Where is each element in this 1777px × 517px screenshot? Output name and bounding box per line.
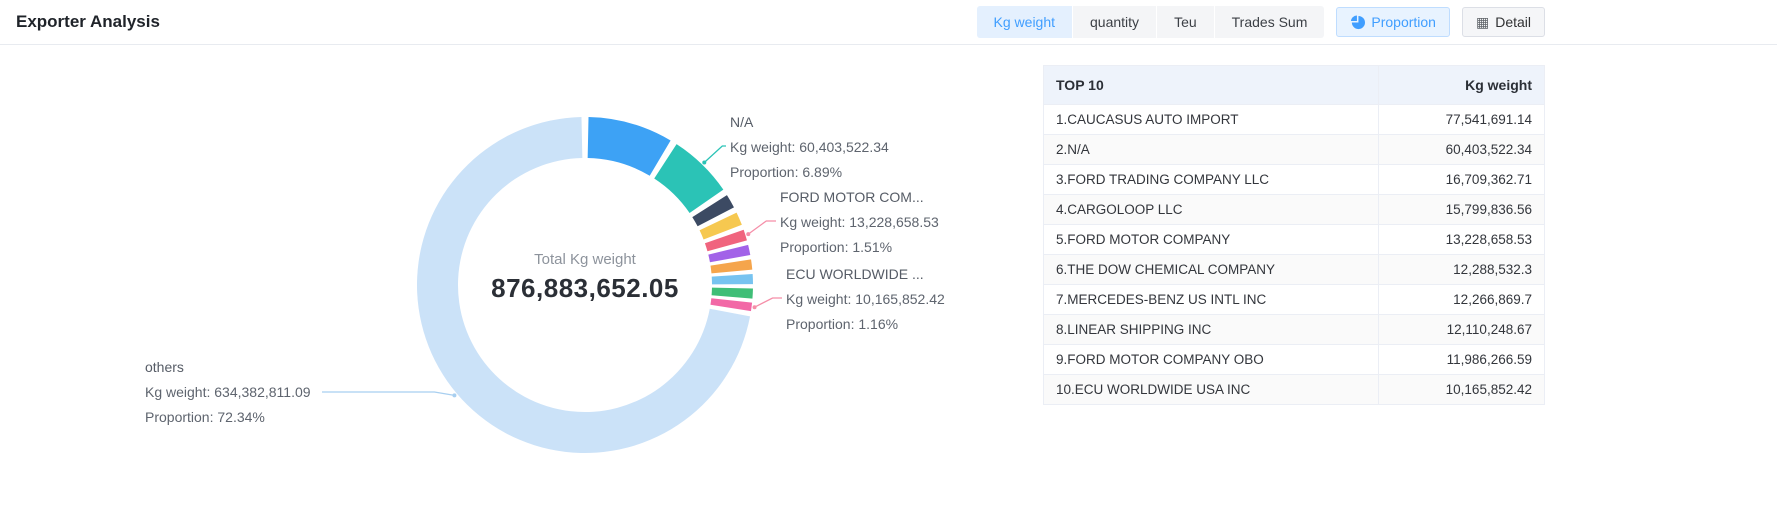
top10-table: TOP 10 Kg weight 1.CAUCASUS AUTO IMPORT7…: [1043, 65, 1545, 405]
callout-kg-weight: Kg weight: 60,403,522.34: [730, 135, 889, 160]
callout-others: others Kg weight: 634,382,811.09 Proport…: [145, 355, 311, 430]
tab-quantity[interactable]: quantity: [1073, 6, 1157, 38]
table-row: 4.CARGOLOOP LLC15,799,836.56: [1044, 195, 1545, 225]
table-row: 7.MERCEDES-BENZ US INTL INC12,266,869.7: [1044, 285, 1545, 315]
chart-center-label: Total Kg weight 876,883,652.05: [435, 251, 735, 304]
callout-kg-weight: Kg weight: 13,228,658.53: [780, 210, 939, 235]
callout-leader-line: [755, 298, 782, 307]
exporter-name: 4.CARGOLOOP LLC: [1044, 195, 1379, 225]
callout-kg-weight: Kg weight: 634,382,811.09: [145, 380, 311, 405]
callout-na: N/A Kg weight: 60,403,522.34 Proportion:…: [730, 110, 889, 185]
kg-weight-header: Kg weight: [1379, 66, 1545, 105]
exporter-name: 6.THE DOW CHEMICAL COMPANY: [1044, 255, 1379, 285]
callout-leader-dot: [753, 305, 757, 309]
callout-leader-line: [704, 146, 726, 162]
callout-proportion: Proportion: 72.34%: [145, 405, 311, 430]
page-title: Exporter Analysis: [16, 12, 160, 32]
kg-weight-value: 12,110,248.67: [1379, 315, 1545, 345]
top10-header: TOP 10: [1044, 66, 1379, 105]
panel-header: Exporter Analysis Kg weightquantityTeuTr…: [0, 0, 1777, 45]
header-controls: Kg weightquantityTeuTrades Sum Proportio…: [977, 6, 1545, 38]
callout-leader-line: [322, 392, 454, 395]
chart-center-value: 876,883,652.05: [435, 273, 735, 304]
metric-tab-group: Kg weightquantityTeuTrades Sum: [977, 6, 1325, 38]
detail-view-label: Detail: [1495, 14, 1531, 30]
callout-proportion: Proportion: 1.51%: [780, 235, 939, 260]
table-row: 1.CAUCASUS AUTO IMPORT77,541,691.14: [1044, 105, 1545, 135]
table-row: 6.THE DOW CHEMICAL COMPANY12,288,532.3: [1044, 255, 1545, 285]
callout-leader-line: [748, 221, 776, 234]
pie-chart-icon: [1350, 15, 1365, 30]
table-grid-icon: ▦: [1476, 15, 1489, 29]
callout-proportion: Proportion: 6.89%: [730, 160, 889, 185]
table-row: 5.FORD MOTOR COMPANY13,228,658.53: [1044, 225, 1545, 255]
callout-ford-motor: FORD MOTOR COM... Kg weight: 13,228,658.…: [780, 185, 939, 260]
callout-leader-dot: [746, 232, 750, 236]
exporter-name: 10.ECU WORLDWIDE USA INC: [1044, 375, 1379, 405]
proportion-view-button[interactable]: Proportion: [1336, 7, 1450, 37]
kg-weight-value: 10,165,852.42: [1379, 375, 1545, 405]
kg-weight-value: 12,266,869.7: [1379, 285, 1545, 315]
kg-weight-value: 13,228,658.53: [1379, 225, 1545, 255]
kg-weight-value: 60,403,522.34: [1379, 135, 1545, 165]
pie-slice-caucasus-auto-import[interactable]: [588, 117, 671, 176]
callout-proportion: Proportion: 1.16%: [786, 312, 945, 337]
exporter-name: 7.MERCEDES-BENZ US INTL INC: [1044, 285, 1379, 315]
table-row: 9.FORD MOTOR COMPANY OBO11,986,266.59: [1044, 345, 1545, 375]
exporter-name: 5.FORD MOTOR COMPANY: [1044, 225, 1379, 255]
kg-weight-value: 15,799,836.56: [1379, 195, 1545, 225]
exporter-name: 3.FORD TRADING COMPANY LLC: [1044, 165, 1379, 195]
table-row: 10.ECU WORLDWIDE USA INC10,165,852.42: [1044, 375, 1545, 405]
kg-weight-value: 16,709,362.71: [1379, 165, 1545, 195]
callout-title: others: [145, 355, 311, 380]
tab-trades-sum[interactable]: Trades Sum: [1215, 6, 1325, 38]
exporter-name: 2.N/A: [1044, 135, 1379, 165]
tab-kg-weight[interactable]: Kg weight: [977, 6, 1073, 38]
table-row: 2.N/A60,403,522.34: [1044, 135, 1545, 165]
callout-ecu-worldwide: ECU WORLDWIDE ... Kg weight: 10,165,852.…: [786, 262, 945, 337]
table-row: 8.LINEAR SHIPPING INC12,110,248.67: [1044, 315, 1545, 345]
donut-chart: Total Kg weight 876,883,652.05 N/A Kg we…: [0, 45, 1040, 517]
kg-weight-value: 12,288,532.3: [1379, 255, 1545, 285]
kg-weight-value: 11,986,266.59: [1379, 345, 1545, 375]
exporter-name: 8.LINEAR SHIPPING INC: [1044, 315, 1379, 345]
exporter-name: 1.CAUCASUS AUTO IMPORT: [1044, 105, 1379, 135]
callout-leader-dot: [452, 393, 456, 397]
callout-title: FORD MOTOR COM...: [780, 185, 939, 210]
kg-weight-value: 77,541,691.14: [1379, 105, 1545, 135]
exporter-name: 9.FORD MOTOR COMPANY OBO: [1044, 345, 1379, 375]
proportion-view-label: Proportion: [1371, 14, 1436, 30]
table-header-row: TOP 10 Kg weight: [1044, 66, 1545, 105]
callout-leader-dot: [702, 160, 706, 164]
callout-kg-weight: Kg weight: 10,165,852.42: [786, 287, 945, 312]
callout-title: N/A: [730, 110, 889, 135]
chart-center-title: Total Kg weight: [435, 251, 735, 268]
detail-view-button[interactable]: ▦ Detail: [1462, 7, 1545, 37]
exporter-analysis-panel: Exporter Analysis Kg weightquantityTeuTr…: [0, 0, 1777, 517]
tab-teu[interactable]: Teu: [1157, 6, 1215, 38]
callout-title: ECU WORLDWIDE ...: [786, 262, 945, 287]
panel-content: Total Kg weight 876,883,652.05 N/A Kg we…: [0, 45, 1777, 517]
table-row: 3.FORD TRADING COMPANY LLC16,709,362.71: [1044, 165, 1545, 195]
